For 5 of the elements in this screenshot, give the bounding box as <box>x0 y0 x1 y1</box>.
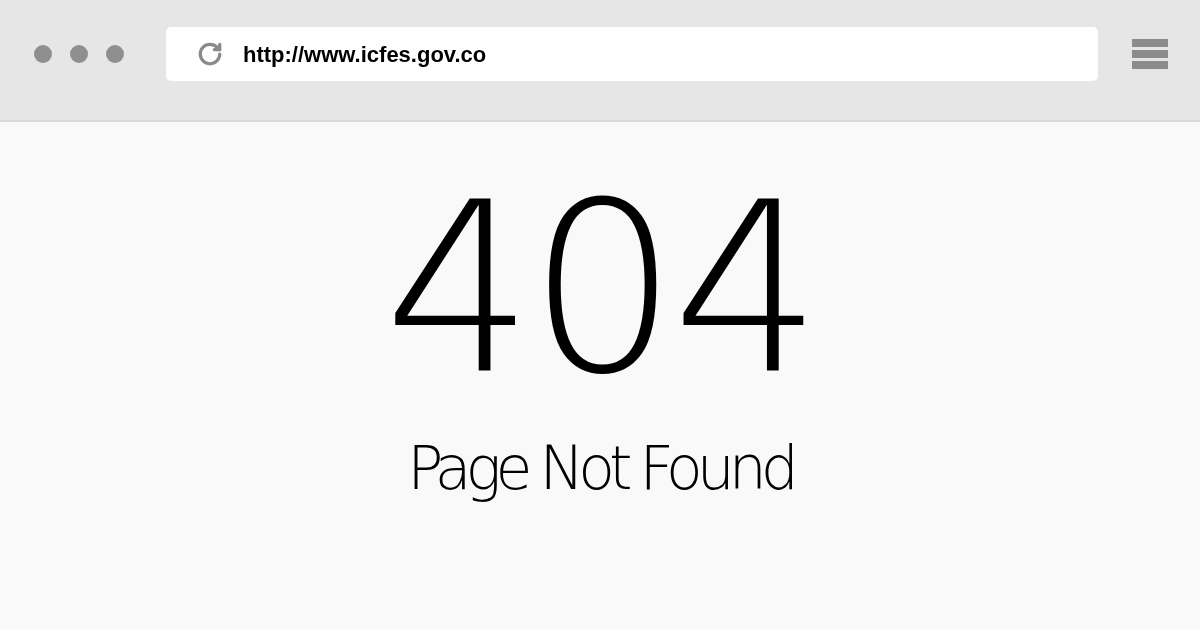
menu-icon[interactable] <box>1132 39 1168 69</box>
address-bar[interactable]: http://www.icfes.gov.co <box>166 27 1098 81</box>
refresh-icon[interactable] <box>197 41 223 67</box>
url-text: http://www.icfes.gov.co <box>243 40 487 69</box>
error-code: 404 <box>383 172 817 408</box>
